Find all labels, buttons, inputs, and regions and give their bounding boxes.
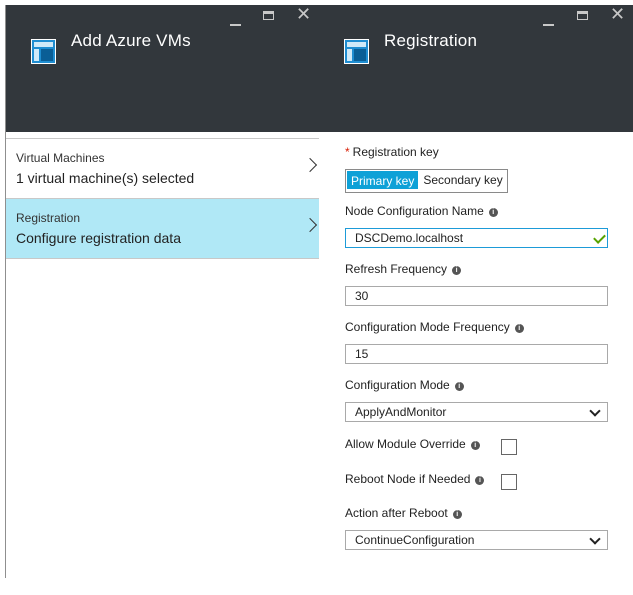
- registration-key-toggle: Primary key Secondary key: [345, 169, 508, 193]
- action-after-reboot-select[interactable]: ContinueConfiguration: [345, 530, 608, 550]
- reboot-node-checkbox[interactable]: [501, 474, 517, 490]
- blade-header: Registration ✕: [319, 5, 633, 132]
- info-icon[interactable]: i: [488, 208, 498, 217]
- nav-item-value: 1 virtual machine(s) selected: [16, 170, 195, 186]
- maximize-button[interactable]: [263, 11, 274, 20]
- close-button[interactable]: ✕: [296, 5, 311, 23]
- minimize-button[interactable]: [230, 24, 241, 26]
- action-after-reboot-label: Action after Reboot i: [345, 506, 462, 520]
- info-icon[interactable]: i: [452, 266, 462, 275]
- reboot-node-label: Reboot Node if Needed i: [345, 472, 485, 486]
- info-icon[interactable]: i: [475, 476, 485, 485]
- config-mode-label: Configuration Mode i: [345, 378, 464, 392]
- chevron-down-icon: [589, 533, 601, 545]
- primary-key-option[interactable]: Primary key: [346, 170, 420, 190]
- info-icon[interactable]: i: [454, 382, 464, 391]
- refresh-frequency-label: Refresh Frequency i: [345, 262, 462, 276]
- registration-key-label: * Registration key: [345, 145, 439, 159]
- valid-check-icon: [593, 231, 606, 244]
- chevron-down-icon: [589, 405, 601, 417]
- refresh-frequency-input[interactable]: 30: [345, 286, 608, 306]
- config-mode-select[interactable]: ApplyAndMonitor: [345, 402, 608, 422]
- nav-item-registration[interactable]: Registration Configure registration data: [6, 198, 319, 259]
- info-icon[interactable]: i: [452, 510, 462, 519]
- secondary-key-option[interactable]: Secondary key: [419, 170, 507, 190]
- add-azure-vms-blade: Add Azure VMs ✕ Virtual Machines 1 virtu…: [5, 5, 320, 578]
- chevron-right-icon: [302, 217, 318, 233]
- blade-header: Add Azure VMs ✕: [6, 5, 319, 132]
- required-marker: *: [345, 145, 350, 159]
- config-mode-frequency-label: Configuration Mode Frequency i: [345, 320, 524, 334]
- vm-blade-icon: [31, 39, 56, 64]
- node-config-name-input[interactable]: DSCDemo.localhost: [345, 228, 608, 248]
- allow-module-override-label: Allow Module Override i: [345, 437, 480, 451]
- nav-item-label: Registration: [16, 211, 81, 225]
- maximize-button[interactable]: [577, 11, 588, 20]
- registration-blade-icon: [344, 39, 369, 64]
- close-button[interactable]: ✕: [610, 5, 625, 23]
- nav-item-label: Virtual Machines: [16, 151, 105, 165]
- config-mode-frequency-input[interactable]: 15: [345, 344, 608, 364]
- minimize-button[interactable]: [543, 24, 554, 26]
- info-icon[interactable]: i: [470, 441, 480, 450]
- info-icon[interactable]: i: [514, 324, 524, 333]
- blade-title: Registration: [384, 31, 478, 50]
- nav-item-value: Configure registration data: [16, 230, 181, 246]
- nav-item-virtual-machines[interactable]: Virtual Machines 1 virtual machine(s) se…: [6, 138, 319, 198]
- blade-title: Add Azure VMs: [71, 31, 191, 50]
- registration-blade: Registration ✕ * Registration key Primary…: [319, 5, 633, 578]
- chevron-right-icon: [302, 157, 318, 173]
- allow-module-override-checkbox[interactable]: [501, 439, 517, 455]
- node-config-name-label: Node Configuration Name i: [345, 204, 498, 218]
